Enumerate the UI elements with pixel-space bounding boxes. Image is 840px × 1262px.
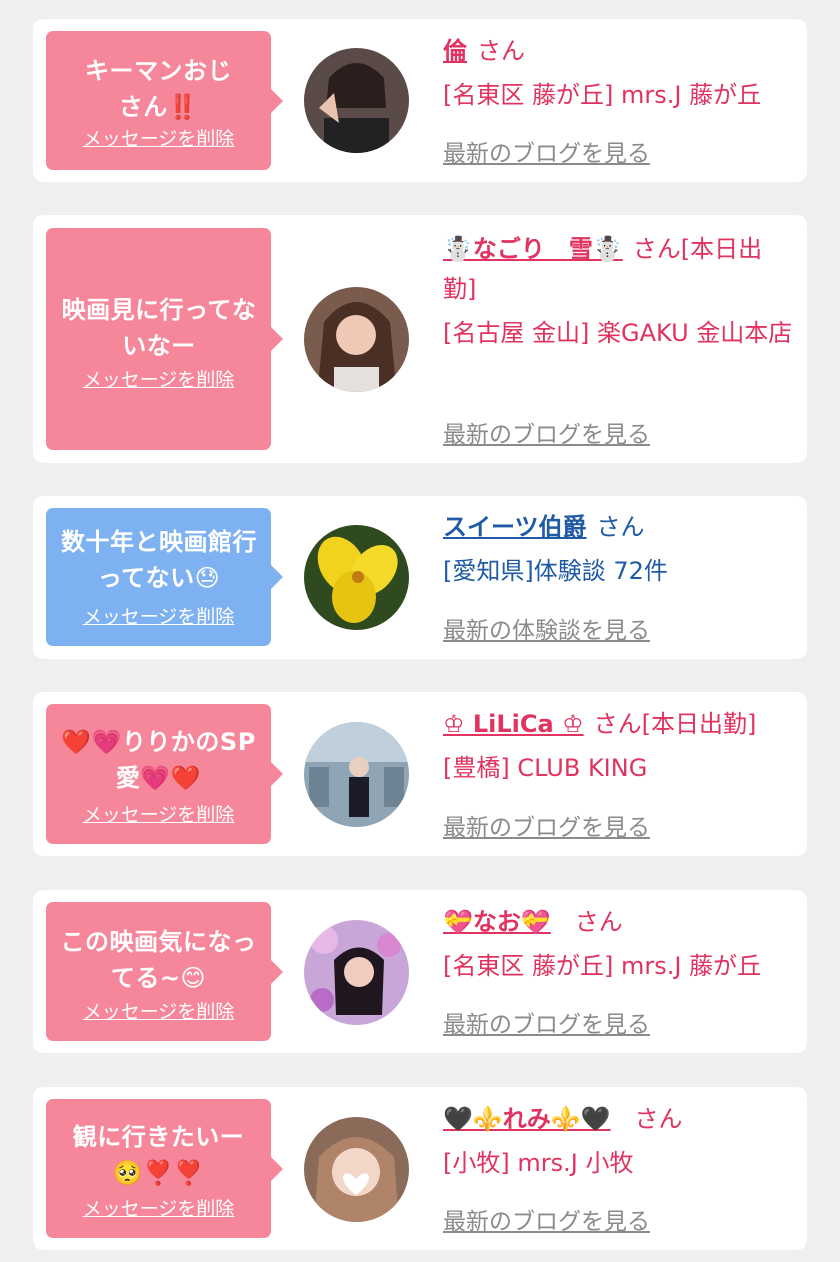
delete-message-link[interactable]: メッセージを削除 [46,605,271,629]
delete-message-link[interactable]: メッセージを削除 [46,127,271,151]
message-card: 観に行きたいー🥺❣️❣️ メッセージを削除 🖤⚜️れみ⚜️🖤 さん [小牧] mr… [33,1087,807,1250]
message-bubble: ❤️💗りりかのSP愛💗❤️ メッセージを削除 [46,704,283,844]
latest-blog-link[interactable]: 最新のブログを見る [443,415,650,449]
user-name-link[interactable]: ☃️なごり 雪☃️ [443,235,623,263]
message-bubble: キーマンおじさん‼️ メッセージを削除 [46,31,283,170]
message-card: 映画見に行ってないなー メッセージを削除 ☃️なごり 雪☃️ さん[本日出勤] [… [33,215,807,463]
user-info: ♔ LiLiCa ♔ さん[本日出勤] [豊橋] CLUB KING [443,704,793,788]
user-info: スイーツ伯爵 さん [愛知県]体験談 72件 [443,507,793,591]
name-suffix: [本日出勤] [641,710,757,738]
message-text: 数十年と映画館行ってない😓 [61,528,257,592]
avatar[interactable] [304,722,409,827]
user-info: ☃️なごり 雪☃️ さん[本日出勤] [名古屋 金山] 楽GAKU 金山本店 [443,229,793,353]
latest-experience-link[interactable]: 最新の体験談を見る [443,611,650,645]
honorific: さん [632,235,681,263]
user-name-link[interactable]: 倫 [443,37,467,65]
message-text: 観に行きたいー🥺❣️❣️ [72,1123,245,1187]
avatar[interactable] [304,48,409,153]
latest-blog-link[interactable]: 最新のブログを見る [443,1005,650,1039]
user-name-link[interactable]: 🖤⚜️れみ⚜️🖤 [443,1105,611,1133]
delete-message-link[interactable]: メッセージを削除 [46,803,271,827]
message-text: この映画気になってる~😊 [60,928,257,992]
avatar[interactable] [304,287,409,392]
honorific: さん [593,710,642,738]
honorific: さん [574,908,623,936]
latest-blog-link[interactable]: 最新のブログを見る [443,134,650,168]
delete-message-link[interactable]: メッセージを削除 [46,368,271,392]
avatar[interactable] [304,1117,409,1222]
shop-detail: [名東区 藤が丘] mrs.J 藤が丘 [443,952,762,980]
user-info: 倫さん [名東区 藤が丘] mrs.J 藤が丘 [443,31,793,115]
shop-detail: [名古屋 金山] 楽GAKU 金山本店 [443,319,793,347]
honorific: さん [477,37,525,65]
latest-blog-link[interactable]: 最新のブログを見る [443,808,650,842]
shop-detail: [名東区 藤が丘] mrs.J 藤が丘 [443,81,762,109]
shop-detail: [愛知県]体験談 72件 [443,557,668,585]
message-card: 数十年と映画館行ってない😓 メッセージを削除 スイーツ伯爵 さん [愛知県]体験談… [33,496,807,659]
message-text: キーマンおじさん‼️ [85,57,232,121]
message-bubble: 数十年と映画館行ってない😓 メッセージを削除 [46,508,283,646]
message-text: ❤️💗りりかのSP愛💗❤️ [61,728,256,792]
user-info: 🖤⚜️れみ⚜️🖤 さん [小牧] mrs.J 小牧 [443,1099,793,1183]
message-bubble: 観に行きたいー🥺❣️❣️ メッセージを削除 [46,1099,283,1238]
message-list: キーマンおじさん‼️ メッセージを削除 倫さん [名東区 藤が丘] mrs.J … [0,0,840,1262]
shop-detail: [豊橋] CLUB KING [443,754,648,782]
message-card: この映画気になってる~😊 メッセージを削除 💝なお💝 さん [名東区 藤が丘] m… [33,890,807,1053]
message-bubble: 映画見に行ってないなー メッセージを削除 [46,228,283,450]
shop-detail: [小牧] mrs.J 小牧 [443,1149,634,1177]
honorific: さん [596,513,645,541]
user-name-link[interactable]: 💝なお💝 [443,908,551,936]
avatar[interactable] [304,920,409,1025]
delete-message-link[interactable]: メッセージを削除 [46,1197,271,1221]
message-card: キーマンおじさん‼️ メッセージを削除 倫さん [名東区 藤が丘] mrs.J … [33,19,807,182]
user-name-link[interactable]: スイーツ伯爵 [443,513,587,541]
honorific: さん [634,1105,683,1133]
latest-blog-link[interactable]: 最新のブログを見る [443,1202,650,1236]
user-name-link[interactable]: ♔ LiLiCa ♔ [443,710,584,738]
message-bubble: この映画気になってる~😊 メッセージを削除 [46,902,283,1041]
message-card: ❤️💗りりかのSP愛💗❤️ メッセージを削除 ♔ LiLiCa ♔ さん[本日出勤… [33,692,807,856]
delete-message-link[interactable]: メッセージを削除 [46,1000,271,1024]
message-text: 映画見に行ってないなー [61,296,257,360]
user-info: 💝なお💝 さん [名東区 藤が丘] mrs.J 藤が丘 [443,902,793,986]
avatar[interactable] [304,525,409,630]
